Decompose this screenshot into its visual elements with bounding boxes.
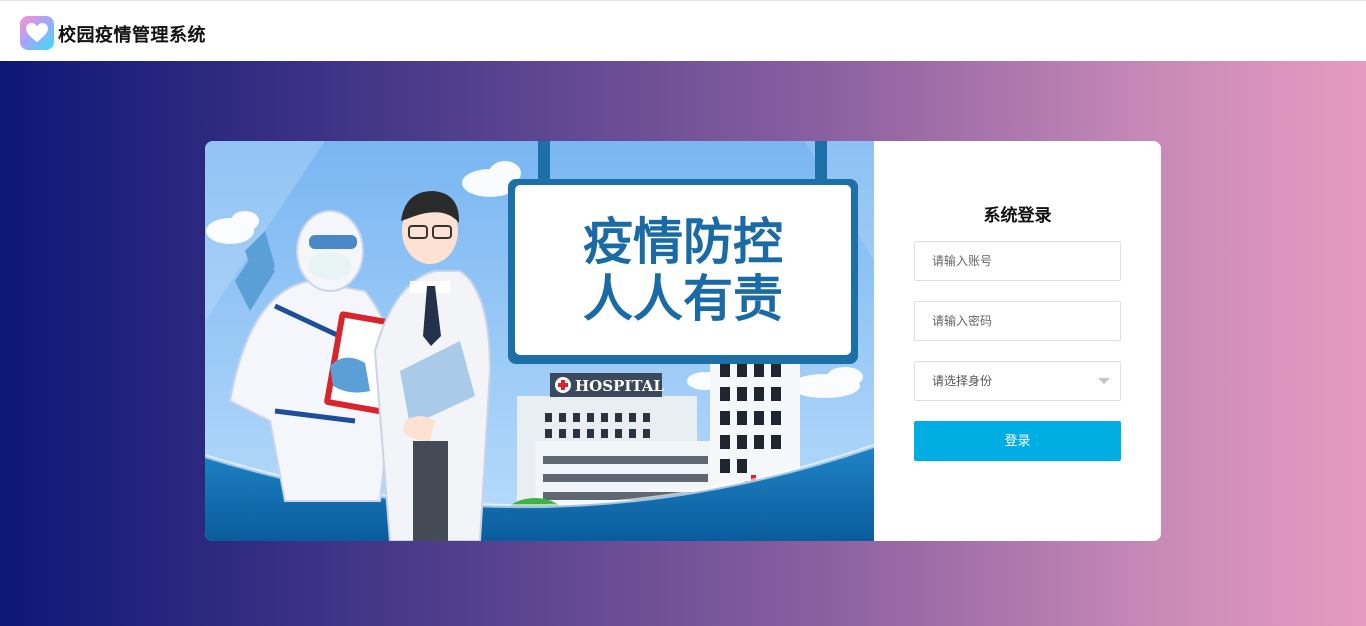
heart-logo-icon [20, 16, 54, 50]
login-button[interactable]: 登录 [914, 421, 1121, 461]
chevron-down-icon [1098, 378, 1110, 384]
login-form: 系统登录 请选择身份 登录 [874, 141, 1161, 541]
login-background: HOSPITAL 疫情防控 人人有责 系统登录 请输入账号 请选择身份 登录 [0, 61, 1366, 626]
top-bar: 校园疫情管理系统 [0, 0, 1366, 61]
login-card: HOSPITAL 疫情防控 人人有责 系统登录 请输入账号 请选择身份 登录 [205, 141, 1161, 541]
sign-line-2: 人人有责 [583, 269, 783, 328]
login-title: 系统登录 [983, 206, 1052, 226]
app-title: 校园疫情管理系统 [58, 25, 206, 46]
role-select[interactable]: 请选择身份 [914, 361, 1121, 401]
account-input[interactable] [914, 241, 1121, 281]
password-input[interactable] [914, 301, 1121, 341]
sign-line-1: 疫情防控 [583, 212, 783, 271]
role-select-placeholder: 请选择身份 [932, 374, 993, 388]
hospital-sign-text: HOSPITAL [575, 377, 664, 395]
epidemic-prevention-banner: HOSPITAL 疫情防控 人人有责 [205, 141, 874, 541]
